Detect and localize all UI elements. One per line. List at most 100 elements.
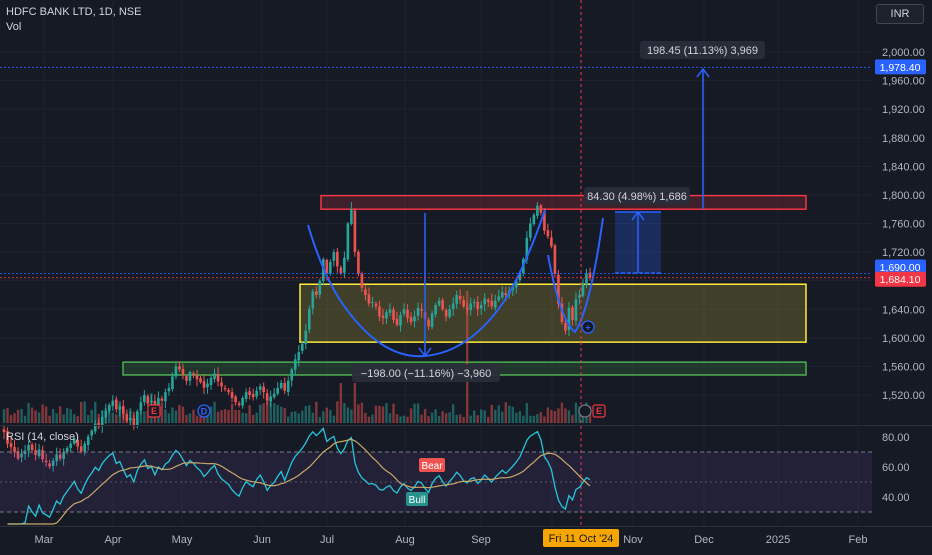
y-tick-label: 1,800.00 bbox=[882, 190, 925, 202]
volume-bar bbox=[294, 411, 297, 423]
candle-body bbox=[357, 251, 360, 274]
candle-body bbox=[269, 396, 272, 402]
chart-svg[interactable]: 1,520.001,560.001,600.001,640.001,680.00… bbox=[0, 0, 932, 550]
volume-bar bbox=[72, 414, 76, 423]
candle-body bbox=[360, 273, 364, 288]
y-tick-label: 2,000.00 bbox=[882, 47, 925, 59]
candle-body bbox=[536, 205, 539, 216]
volume-bar bbox=[69, 409, 72, 423]
candle-body bbox=[265, 393, 269, 401]
candle-body bbox=[444, 310, 448, 317]
measure-annotation-text: 198.45 (11.13%) 3,969 bbox=[647, 45, 758, 57]
volume-bar bbox=[143, 411, 146, 423]
pane-separator[interactable] bbox=[0, 425, 932, 426]
candle-body bbox=[532, 214, 536, 225]
candle-body bbox=[146, 396, 150, 404]
volume-bar bbox=[462, 416, 465, 423]
candle-body bbox=[402, 309, 406, 314]
candle-body bbox=[69, 443, 72, 448]
x-tick-label: Apr bbox=[104, 534, 121, 546]
candle-body bbox=[122, 406, 125, 414]
y-tick-label: 1,560.00 bbox=[882, 361, 925, 373]
candle-body bbox=[118, 406, 122, 410]
candle-body bbox=[332, 252, 336, 261]
volume-bar bbox=[430, 412, 434, 423]
candle-body bbox=[409, 316, 413, 323]
candle-body bbox=[529, 223, 532, 238]
volume-bar bbox=[58, 406, 62, 423]
candle-body bbox=[581, 284, 585, 296]
y-tick-label: 1,920.00 bbox=[882, 104, 925, 116]
volume-bar bbox=[6, 408, 9, 423]
candle-body bbox=[304, 330, 308, 344]
candle-body bbox=[406, 309, 409, 318]
volume-bar bbox=[469, 415, 472, 423]
volume-bar bbox=[392, 403, 395, 423]
candle-body bbox=[483, 298, 487, 305]
earnings-icon-glyph: E bbox=[596, 406, 602, 416]
candle-body bbox=[300, 343, 304, 351]
rsi-tick-label: 80.00 bbox=[882, 432, 910, 444]
candle-body bbox=[437, 300, 441, 305]
volume-bar bbox=[178, 404, 181, 423]
volume-bar bbox=[494, 409, 497, 423]
candle-body bbox=[564, 323, 567, 331]
volume-bar bbox=[409, 408, 413, 423]
volume-bar bbox=[557, 408, 560, 423]
candle-body bbox=[279, 382, 283, 389]
candle-body bbox=[420, 309, 423, 311]
volume-bar bbox=[283, 408, 286, 423]
candle-body bbox=[539, 205, 543, 213]
candle-body bbox=[276, 387, 280, 394]
currency-selector[interactable]: INR bbox=[876, 4, 924, 24]
candle-body bbox=[9, 443, 13, 448]
x-tick-label: Jun bbox=[253, 534, 271, 546]
chart-area[interactable]: 1,520.001,560.001,600.001,640.001,680.00… bbox=[0, 0, 932, 550]
volume-bar bbox=[332, 415, 336, 423]
volume-bar bbox=[437, 415, 441, 423]
volume-bar bbox=[290, 411, 293, 423]
volume-bar bbox=[490, 404, 493, 423]
volume-bar bbox=[185, 414, 188, 423]
volume-bar bbox=[37, 412, 41, 423]
volume-bar bbox=[336, 401, 339, 423]
volume-bar bbox=[164, 409, 167, 423]
volume-bar bbox=[199, 416, 202, 423]
candle-body bbox=[262, 386, 265, 393]
candle-body bbox=[490, 300, 494, 307]
volume-bar bbox=[416, 403, 420, 423]
candle-body bbox=[388, 309, 392, 313]
volume-bar bbox=[318, 416, 322, 423]
candle-body bbox=[241, 397, 244, 406]
candle-body bbox=[346, 223, 350, 260]
volume-bar bbox=[522, 415, 525, 423]
volume-bar bbox=[539, 412, 543, 423]
volume-bar bbox=[23, 415, 27, 423]
candle-body bbox=[571, 307, 574, 320]
volume-bar bbox=[280, 406, 283, 423]
volume-bar bbox=[434, 409, 437, 423]
volume-bar bbox=[87, 415, 90, 423]
candle-body bbox=[90, 430, 94, 436]
candle-body bbox=[314, 291, 318, 295]
candle-body bbox=[290, 369, 294, 381]
volume-bar bbox=[241, 412, 244, 423]
candle-body bbox=[223, 387, 227, 390]
x-tick-label: Jul bbox=[320, 534, 334, 546]
candle-body bbox=[258, 386, 262, 390]
measure-annotation-text: 84.30 (4.98%) 1,686 bbox=[587, 191, 687, 203]
volume-bar bbox=[564, 408, 567, 423]
candle-body bbox=[472, 302, 476, 304]
volume-bar bbox=[423, 409, 427, 423]
volume-bar bbox=[406, 416, 409, 423]
resistance-zone bbox=[320, 194, 807, 210]
volume-bar bbox=[237, 409, 241, 423]
volume-bar bbox=[550, 409, 553, 423]
candle-body bbox=[307, 309, 311, 330]
volume-bar bbox=[9, 415, 13, 423]
candle-body bbox=[129, 417, 132, 421]
candle-body bbox=[139, 402, 143, 411]
candle-body bbox=[114, 399, 118, 410]
candle-body bbox=[493, 300, 497, 308]
candle-body bbox=[427, 319, 430, 327]
